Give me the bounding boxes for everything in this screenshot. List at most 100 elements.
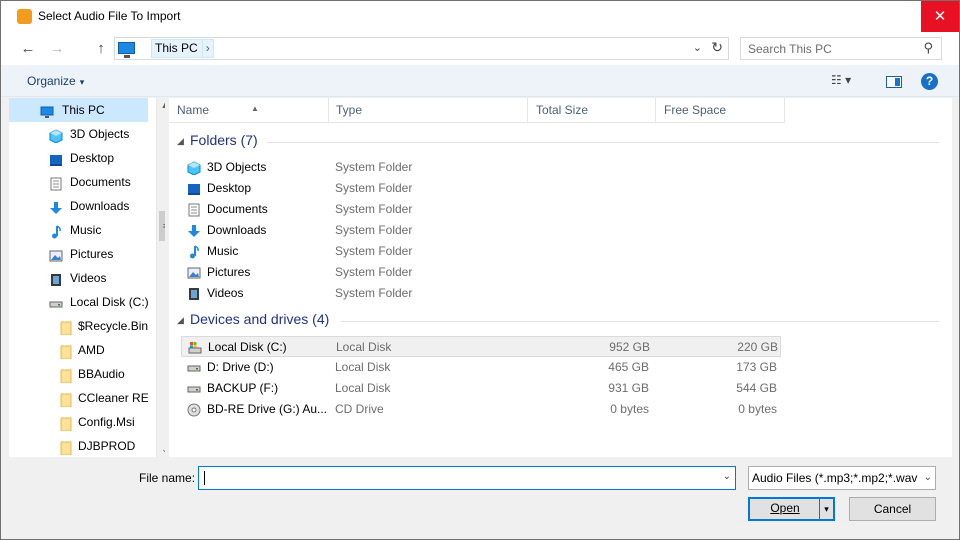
forward-icon[interactable]: → [48,40,66,58]
sidebar-item-amd[interactable]: AMD [9,338,148,362]
sidebar-item-bbaudio[interactable]: BBAudio [9,362,148,386]
sidebar-item-music[interactable]: Music [9,218,148,242]
back-icon[interactable]: ← [19,40,37,58]
list-item[interactable]: 3D Objects System Folder [181,157,781,178]
folder-icon [59,415,73,432]
sidebar-item-label: Downloads [70,199,130,213]
sidebar-item-local-disk-c[interactable]: Local Disk (C:) [9,290,148,314]
up-icon[interactable]: ↑ [92,40,110,58]
search-input[interactable]: Search This PC ⚲ [740,37,942,60]
sidebar-item-documents[interactable]: Documents [9,170,148,194]
sidebar-item-pictures[interactable]: Pictures [9,242,148,266]
item-total-size: 0 bytes [610,402,649,416]
breadcrumb-chevron-icon[interactable]: › [201,40,213,57]
open-split-dropdown-icon[interactable]: ▾ [819,499,833,519]
group-header-folders[interactable]: ◢ Folders (7) [169,131,945,153]
search-icon[interactable]: ⚲ [923,40,933,56]
sidebar-item-djbprod[interactable]: DJBPROD [9,434,148,457]
item-name: Local Disk (C:) [208,340,287,354]
group-title: Devices and drives (4) [190,311,330,327]
address-dropdown-icon[interactable]: ⌄ [693,41,702,54]
pc-icon [118,42,135,58]
scroll-thumb[interactable]: ≡ [159,211,165,241]
organize-button[interactable]: Organize ▾ [27,74,84,88]
close-button[interactable]: ✕ [921,1,959,32]
column-free-space[interactable]: Free Space [656,98,785,123]
address-bar[interactable]: This PC › ⌄ ↻ [114,37,729,60]
list-item[interactable]: D: Drive (D:) Local Disk 465 GB 173 GB [181,357,781,378]
file-type-select[interactable]: Audio Files (*.mp3;*.mp2;*.wav ⌄ [748,466,936,490]
sidebar-item-downloads[interactable]: Downloads [9,194,148,218]
filename-input[interactable]: ⌄ [198,466,736,490]
organize-label: Organize [27,74,76,88]
sidebar-item-ccleaner-reg[interactable]: CCleaner REG [9,386,148,410]
downloads-icon [49,199,63,214]
pictures-icon [187,266,201,280]
3d-objects-icon [187,161,201,176]
collapse-caret-icon[interactable]: ◢ [177,315,184,326]
music-icon [187,245,201,259]
sidebar-item-desktop[interactable]: Desktop [9,146,148,170]
list-item[interactable]: Documents System Folder [181,199,781,220]
item-type: Local Disk [335,381,391,395]
desktop-icon [187,182,201,196]
list-item[interactable]: Music System Folder [181,241,781,262]
pc-icon [40,103,54,118]
group-divider [267,142,939,143]
sidebar-item-videos[interactable]: Videos [9,266,148,290]
3d-objects-icon [49,127,63,144]
list-item[interactable]: Desktop System Folder [181,178,781,199]
chevron-down-icon: ▾ [79,77,85,87]
sidebar-item-this-pc[interactable]: This PC [9,98,148,122]
sidebar-item-label: This PC [62,103,105,117]
scroll-up-icon[interactable]: ▲ [157,100,165,110]
list-item[interactable]: Local Disk (C:) Local Disk 952 GB 220 GB [181,336,781,357]
breadcrumb-this-pc[interactable]: This PC [155,41,198,55]
sidebar-item-label: Local Disk (C:) [70,295,148,309]
scroll-down-icon[interactable]: ⌄ [157,444,165,455]
sidebar-item-recycle-bin[interactable]: $Recycle.Bin [9,314,148,338]
text-caret [204,471,205,485]
collapse-caret-icon[interactable]: ◢ [177,136,184,147]
help-icon[interactable]: ? [921,73,938,90]
window-title: Select Audio File To Import [38,9,181,23]
column-total-size[interactable]: Total Size [528,98,656,123]
preview-pane-icon[interactable] [886,76,902,88]
group-header-devices[interactable]: ◢ Devices and drives (4) [169,310,945,332]
item-name: BACKUP (F:) [207,381,279,395]
sidebar-item-3d-objects[interactable]: 3D Objects [9,122,148,146]
item-free-space: 544 GB [736,381,777,395]
item-total-size: 931 GB [608,381,649,395]
drive-icon [187,361,201,375]
breadcrumb[interactable]: This PC › [151,39,214,58]
item-type: System Folder [335,244,413,258]
desktop-icon [49,151,63,166]
view-options-icon[interactable]: ☷ ▾ [831,73,851,87]
documents-icon [187,203,201,217]
item-total-size: 952 GB [609,340,650,354]
nav-scrollbar[interactable]: ▲ ≡ ⌄ [156,98,165,457]
list-item[interactable]: Videos System Folder [181,283,781,304]
column-name-label: Name [177,103,210,117]
item-type: System Folder [335,223,413,237]
column-name[interactable]: Name ▲ [169,98,329,123]
folder-icon [59,391,73,408]
open-button[interactable]: Open ▾ [748,497,835,521]
refresh-icon[interactable]: ↻ [711,39,723,56]
sidebar-item-label: Pictures [70,247,114,261]
music-icon [49,223,63,239]
sidebar-item-label: Documents [70,175,131,189]
column-header: Name ▲ Type Total Size Free Space [169,98,785,123]
filename-dropdown-icon[interactable]: ⌄ [723,471,731,482]
list-item[interactable]: BACKUP (F:) Local Disk 931 GB 544 GB [181,378,781,399]
sidebar-item-label: DJBPROD [78,439,136,453]
sidebar-item-config-msi[interactable]: Config.Msi [9,410,148,434]
column-type[interactable]: Type [328,98,528,123]
sort-up-icon: ▲ [251,104,259,113]
list-item[interactable]: BD-RE Drive (G:) Au... CD Drive 0 bytes 0 b… [181,399,781,420]
cancel-button[interactable]: Cancel [849,497,936,521]
file-type-dropdown-icon[interactable]: ⌄ [921,467,932,489]
app-icon [17,9,32,24]
list-item[interactable]: Downloads System Folder [181,220,781,241]
list-item[interactable]: Pictures System Folder [181,262,781,283]
